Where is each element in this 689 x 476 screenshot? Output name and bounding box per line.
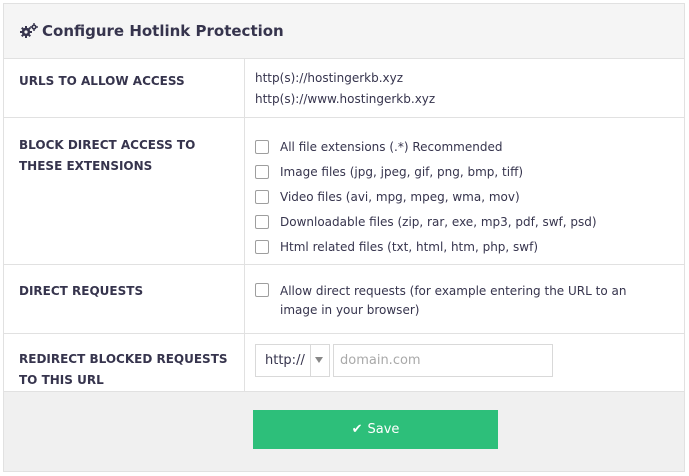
checkbox[interactable] xyxy=(255,164,269,179)
urls-list: http(s)://hostingerkb.xyz http(s)://www.… xyxy=(245,59,684,117)
url-item: http(s)://www.hostingerkb.xyz xyxy=(255,92,436,106)
checkbox[interactable] xyxy=(255,189,269,204)
redirect-label: REDIRECT BLOCKED REQUESTS TO THIS URL xyxy=(4,334,245,393)
extensions-label: BLOCK DIRECT ACCESS TO THESE EXTENSIONS xyxy=(4,118,245,264)
chevron-down-icon xyxy=(315,357,323,363)
extension-option-label: Image files (jpg, jpeg, gif, png, bmp, t… xyxy=(280,164,524,179)
checkbox[interactable] xyxy=(255,214,269,229)
check-icon: ✔ xyxy=(351,422,363,437)
panel-title: Configure Hotlink Protection xyxy=(42,22,284,40)
extension-option-label: Downloadable files (zip, rar, exe, mp3, … xyxy=(280,214,597,229)
extension-option-label: Html related files (txt, html, htm, php,… xyxy=(280,239,539,254)
panel-footer: ✔ Save xyxy=(4,391,684,471)
checkbox[interactable] xyxy=(255,139,269,154)
checkbox[interactable] xyxy=(255,239,269,254)
protocol-value: http:// xyxy=(265,353,305,368)
save-label: Save xyxy=(367,422,400,437)
extension-option[interactable]: Image files (jpg, jpeg, gif, png, bmp, t… xyxy=(255,159,684,184)
url-item: http(s)://hostingerkb.xyz xyxy=(255,71,404,85)
extension-option[interactable]: Video files (avi, mpg, mpeg, wma, mov) xyxy=(255,184,684,209)
allow-direct-label: Allow direct requests (for example enter… xyxy=(280,284,627,317)
extension-option[interactable]: Html related files (txt, html, htm, php,… xyxy=(255,234,684,259)
extension-option-label: Video files (avi, mpg, mpeg, wma, mov) xyxy=(280,189,520,204)
domain-input[interactable] xyxy=(333,344,553,377)
extensions-options: All file extensions (.*) Recommended Ima… xyxy=(245,118,684,264)
direct-requests-row: DIRECT REQUESTS Allow direct requests (f… xyxy=(4,265,684,334)
protocol-select[interactable]: http:// xyxy=(255,344,330,377)
save-button[interactable]: ✔ Save xyxy=(253,410,498,449)
allow-direct-checkbox[interactable] xyxy=(255,283,269,297)
select-divider xyxy=(310,345,311,376)
urls-row: URLS TO ALLOW ACCESS http(s)://hostinger… xyxy=(4,59,684,118)
extension-option[interactable]: All file extensions (.*) Recommended xyxy=(255,134,684,159)
gears-icon xyxy=(19,22,39,40)
extensions-row: BLOCK DIRECT ACCESS TO THESE EXTENSIONS … xyxy=(4,118,684,265)
direct-requests-label: DIRECT REQUESTS xyxy=(4,265,245,333)
allow-direct-option[interactable]: Allow direct requests (for example enter… xyxy=(255,283,684,320)
panel-header: Configure Hotlink Protection xyxy=(4,4,684,59)
urls-label: URLS TO ALLOW ACCESS xyxy=(4,59,245,117)
hotlink-protection-panel: Configure Hotlink Protection URLS TO ALL… xyxy=(3,3,685,472)
extension-option-label: All file extensions (.*) Recommended xyxy=(280,139,503,154)
extension-option[interactable]: Downloadable files (zip, rar, exe, mp3, … xyxy=(255,209,684,234)
redirect-row: REDIRECT BLOCKED REQUESTS TO THIS URL ht… xyxy=(4,334,684,393)
